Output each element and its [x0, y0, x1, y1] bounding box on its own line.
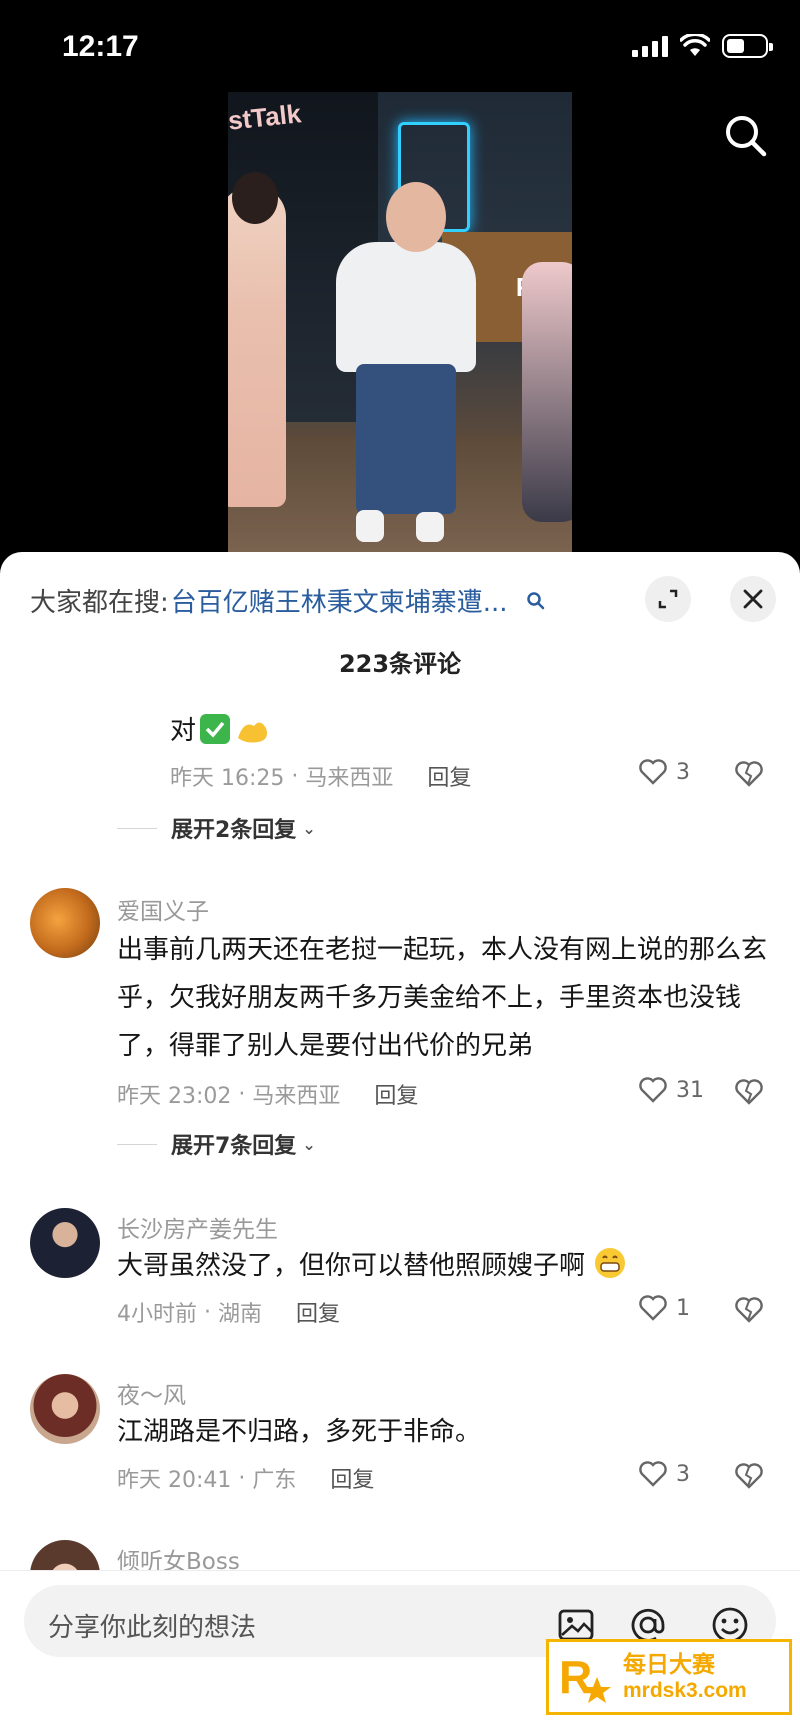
comment-text: 出事前几两天还在老挝一起玩，本人没有网上说的那么玄乎，欠我好朋友两千多万美金给不… — [117, 935, 768, 1061]
svg-text:R: R — [559, 1651, 592, 1703]
watermark-site: mrdsk3.com — [623, 1679, 747, 1702]
meta-separator: · — [197, 1299, 218, 1325]
video-player[interactable]: stTalk RE — [228, 92, 572, 556]
signal-icon — [632, 35, 668, 57]
check-emoji — [200, 713, 231, 744]
search-icon — [526, 591, 544, 609]
comment-meta: 4小时前 · 湖南 回复 — [117, 1296, 340, 1328]
avatar[interactable] — [30, 1208, 100, 1278]
meta-separator: · — [284, 763, 306, 789]
video-person-right — [522, 262, 572, 522]
heart-icon — [639, 1077, 667, 1103]
search-suggestion-lead: 大家都在搜: — [30, 588, 169, 618]
broken-heart-icon[interactable] — [734, 760, 764, 788]
comment-username[interactable]: 长沙房产姜先生 — [117, 1210, 278, 1244]
expand-replies-label: 展开7条回复 — [171, 1134, 297, 1159]
video-man-shirt — [336, 242, 476, 372]
status-icons — [632, 34, 773, 58]
comment-text: 大哥虽然没了，但你可以替他照顾嫂子啊 — [117, 1242, 767, 1290]
like-count: 31 — [676, 1077, 704, 1103]
status-bar: 12:17 — [0, 0, 800, 96]
expand-replies[interactable]: 展开2条回复 ⌄ — [117, 812, 316, 844]
comment-meta: 昨天 16:25 · 马来西亚 回复 — [170, 760, 471, 792]
video-shoe-left — [356, 510, 384, 542]
chevron-down-icon: ⌄ — [302, 1134, 316, 1154]
comment-meta: 昨天 20:41 · 广东 回复 — [117, 1462, 374, 1494]
like-button[interactable]: 1 — [638, 1294, 690, 1322]
comment-meta: 昨天 23:02 · 马来西亚 回复 — [117, 1078, 418, 1110]
video-shoe-right — [416, 512, 444, 542]
search-suggestion[interactable]: 大家都在搜: 台百亿赌王林秉文柬埔寨遭... — [30, 582, 546, 619]
comment-time: 昨天 20:41 — [117, 1468, 232, 1493]
like-count: 3 — [676, 1461, 690, 1487]
comment-username[interactable]: 爱国义子 — [117, 892, 209, 926]
comment-location: 马来西亚 — [252, 1084, 341, 1109]
heart-icon — [639, 1295, 667, 1321]
like-button[interactable]: 31 — [638, 1076, 704, 1104]
chevron-down-icon: ⌄ — [302, 818, 316, 838]
meta-separator: · — [231, 1465, 253, 1491]
close-icon — [743, 589, 763, 609]
comment-time: 4小时前 — [117, 1302, 197, 1327]
comment-text: 对 — [170, 710, 272, 747]
avatar[interactable] — [30, 888, 100, 958]
comment-count: 223条评论 — [338, 650, 462, 678]
grin-emoji — [595, 1248, 626, 1278]
video-man-jeans — [356, 364, 456, 514]
hand-emoji — [238, 721, 268, 742]
comment-time: 昨天 16:25 — [170, 766, 285, 791]
like-count: 1 — [676, 1295, 690, 1321]
like-count: 3 — [676, 759, 690, 785]
status-time: 12:17 — [62, 30, 139, 63]
expand-replies-label: 展开2条回复 — [171, 818, 297, 843]
watermark-logo: R — [559, 1651, 611, 1703]
reply-button[interactable]: 回复 — [427, 760, 471, 792]
avatar[interactable] — [30, 1374, 100, 1444]
expand-icon — [658, 589, 678, 609]
close-button[interactable] — [730, 576, 776, 622]
expand-line — [117, 827, 157, 829]
search-icon[interactable] — [720, 110, 772, 162]
comment-sheet: 大家都在搜: 台百亿赌王林秉文柬埔寨遭... 223条评论 对 昨天 16:25… — [0, 552, 800, 1731]
broken-heart-icon[interactable] — [734, 1078, 764, 1106]
broken-heart-icon[interactable] — [734, 1462, 764, 1490]
video-person-left — [228, 187, 286, 507]
expand-line — [117, 1143, 157, 1145]
watermark-text: 每日大赛 mrdsk3.com — [623, 1651, 747, 1703]
reply-button[interactable]: 回复 — [330, 1462, 374, 1494]
comment-text-content: 对 — [170, 716, 197, 746]
battery-icon — [722, 34, 773, 58]
reply-button[interactable]: 回复 — [374, 1078, 418, 1110]
comment-location: 广东 — [252, 1468, 297, 1493]
video-man-head — [386, 182, 446, 252]
comment-location: 湖南 — [217, 1302, 262, 1327]
reply-button[interactable]: 回复 — [296, 1296, 340, 1328]
expand-button[interactable] — [645, 576, 691, 622]
comment-text: 江湖路是不归路，多死于非命。 — [117, 1417, 482, 1447]
comment-username[interactable]: 夜～风 — [117, 1376, 186, 1410]
watermark-title: 每日大赛 — [623, 1652, 715, 1678]
heart-icon — [639, 759, 667, 785]
like-button[interactable]: 3 — [638, 758, 690, 786]
expand-replies[interactable]: 展开7条回复 ⌄ — [117, 1128, 316, 1160]
broken-heart-icon[interactable] — [734, 1296, 764, 1324]
like-button[interactable]: 3 — [638, 1460, 690, 1488]
comment-time: 昨天 23:02 — [117, 1084, 232, 1109]
video-person-left-head — [232, 172, 278, 224]
wifi-icon — [680, 34, 710, 56]
search-suggestion-query[interactable]: 台百亿赌王林秉文柬埔寨遭... — [171, 582, 508, 619]
comment-location: 马来西亚 — [305, 766, 394, 791]
comment-input-placeholder: 分享你此刻的想法 — [48, 1613, 257, 1643]
comment-text-content: 大哥虽然没了，但你可以替他照顾嫂子啊 — [117, 1251, 586, 1281]
meta-separator: · — [231, 1081, 253, 1107]
heart-icon — [639, 1461, 667, 1487]
site-watermark: R 每日大赛 mrdsk3.com — [546, 1639, 792, 1715]
